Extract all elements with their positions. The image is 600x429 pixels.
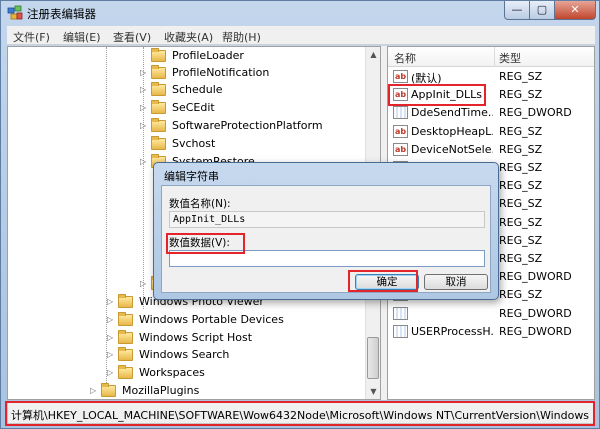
value-type: REG_SZ bbox=[499, 288, 543, 302]
binary-dword-icon bbox=[393, 306, 408, 320]
menu-file[interactable]: 文件(F) bbox=[13, 29, 50, 45]
folder-icon bbox=[151, 65, 166, 79]
expand-arrow-icon[interactable]: ▷ bbox=[107, 368, 113, 377]
value-type: REG_SZ bbox=[499, 88, 543, 102]
window-title: 注册表编辑器 bbox=[27, 7, 96, 21]
expand-arrow-icon[interactable]: ▷ bbox=[107, 350, 113, 359]
ab-string-icon: ab bbox=[393, 124, 408, 138]
list-header: 名称 类型 bbox=[388, 47, 594, 67]
value-type: REG_DWORD bbox=[499, 106, 572, 120]
expand-arrow-icon[interactable]: ▷ bbox=[140, 157, 146, 166]
expand-arrow-icon[interactable]: ▷ bbox=[140, 279, 146, 288]
expand-arrow-icon[interactable]: ▷ bbox=[140, 121, 146, 130]
folder-icon bbox=[151, 118, 166, 132]
value-name: DdeSendTime... bbox=[411, 106, 493, 120]
ab-string-icon: ab bbox=[393, 70, 408, 83]
expand-arrow-icon[interactable]: ▷ bbox=[90, 386, 96, 395]
expand-arrow-icon[interactable]: ▷ bbox=[140, 85, 146, 94]
value-name: USERProcessH... bbox=[411, 324, 493, 338]
scroll-down-arrow-icon[interactable]: ▼ bbox=[366, 384, 380, 399]
list-item[interactable]: REG_DWORD bbox=[388, 305, 594, 323]
cancel-button[interactable]: 取消 bbox=[424, 274, 488, 290]
value-type: REG_SZ bbox=[499, 215, 543, 229]
tree-guide-line bbox=[106, 47, 107, 397]
list-item[interactable]: ab DesktopHeapL... REG_SZ bbox=[388, 123, 594, 141]
column-header-type[interactable]: 类型 bbox=[499, 50, 521, 66]
folder-icon bbox=[118, 347, 133, 361]
value-type: REG_DWORD bbox=[499, 324, 572, 338]
title-bar[interactable]: 注册表编辑器 — ▢ ✕ bbox=[1, 1, 599, 25]
folder-icon bbox=[151, 82, 166, 96]
registry-editor-icon bbox=[7, 5, 23, 20]
value-type: REG_SZ bbox=[499, 142, 543, 156]
folder-icon bbox=[101, 383, 116, 397]
value-type: REG_SZ bbox=[499, 179, 543, 193]
folder-icon bbox=[118, 365, 133, 379]
value-type: REG_SZ bbox=[499, 197, 543, 211]
maximize-button[interactable]: ▢ bbox=[529, 1, 555, 20]
value-type: REG_SZ bbox=[499, 252, 543, 265]
highlight-ok-button bbox=[348, 270, 418, 292]
highlight-value-data-label bbox=[166, 233, 245, 254]
ab-string-icon: ab bbox=[393, 142, 408, 156]
column-divider[interactable] bbox=[494, 47, 495, 67]
registry-editor-window: 注册表编辑器 — ▢ ✕ 文件(F) 编辑(E) 查看(V) 收藏夹(A) 帮助… bbox=[0, 0, 600, 429]
folder-icon bbox=[118, 294, 133, 308]
value-type: REG_DWORD bbox=[499, 306, 572, 320]
edit-string-dialog: 编辑字符串 数值名称(N): AppInit_DLLs 数值数据(V): 确定 … bbox=[153, 162, 499, 300]
value-type: REG_SZ bbox=[499, 233, 543, 247]
menu-edit[interactable]: 编辑(E) bbox=[63, 29, 101, 45]
value-name-field: AppInit_DLLs bbox=[169, 211, 485, 228]
menu-help[interactable]: 帮助(H) bbox=[222, 29, 261, 45]
expand-arrow-icon[interactable]: ▷ bbox=[107, 333, 113, 342]
folder-icon bbox=[151, 48, 166, 62]
value-type: REG_SZ bbox=[499, 124, 543, 138]
expand-arrow-icon[interactable]: ▷ bbox=[107, 297, 113, 306]
dialog-title: 编辑字符串 bbox=[164, 170, 219, 183]
value-type: REG_SZ bbox=[499, 161, 543, 174]
folder-icon bbox=[151, 136, 166, 150]
binary-dword-icon bbox=[393, 324, 408, 338]
menu-favorites[interactable]: 收藏夹(A) bbox=[164, 29, 213, 45]
value-name-label: 数值名称(N): bbox=[169, 198, 231, 210]
expand-arrow-icon[interactable]: ▷ bbox=[140, 103, 146, 112]
menu-view[interactable]: 查看(V) bbox=[113, 29, 151, 45]
list-item[interactable]: DdeSendTime... REG_DWORD bbox=[388, 104, 594, 122]
value-name: DeviceNotSele... bbox=[411, 142, 493, 156]
minimize-button[interactable]: — bbox=[504, 1, 530, 20]
expand-arrow-icon[interactable]: ▷ bbox=[140, 68, 146, 77]
folder-icon bbox=[118, 312, 133, 326]
folder-icon bbox=[151, 100, 166, 114]
close-button[interactable]: ✕ bbox=[554, 1, 596, 20]
highlight-appinit-dlls bbox=[388, 84, 486, 106]
highlight-status-path bbox=[5, 401, 595, 426]
menu-bar: 文件(F) 编辑(E) 查看(V) 收藏夹(A) 帮助(H) bbox=[7, 26, 595, 45]
expand-arrow-icon[interactable]: ▷ bbox=[107, 315, 113, 324]
value-name: DesktopHeapL... bbox=[411, 124, 493, 138]
folder-icon bbox=[118, 330, 133, 344]
scroll-up-arrow-icon[interactable]: ▲ bbox=[366, 47, 380, 62]
binary-dword-icon bbox=[393, 106, 408, 120]
list-item[interactable]: ab DeviceNotSele... REG_SZ bbox=[388, 141, 594, 159]
value-type: REG_DWORD bbox=[499, 270, 572, 284]
scroll-thumb[interactable] bbox=[367, 337, 379, 379]
list-item[interactable]: USERProcessH... REG_DWORD bbox=[388, 323, 594, 341]
value-type: REG_SZ bbox=[499, 70, 543, 83]
column-header-name[interactable]: 名称 bbox=[394, 50, 416, 66]
